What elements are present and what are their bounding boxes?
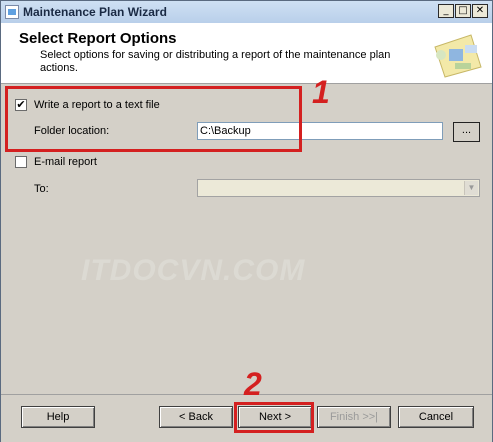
to-select[interactable]: ▼ <box>197 179 480 197</box>
back-button[interactable]: < Back <box>159 406 233 428</box>
email-report-label: E-mail report <box>34 156 97 168</box>
annotation-number-step1: 1 <box>312 74 330 110</box>
to-label: To: <box>34 183 49 195</box>
watermark: ITDOCVN.COM <box>81 254 306 287</box>
cancel-button[interactable]: Cancel <box>398 406 474 428</box>
annotation-box-step2 <box>234 402 314 433</box>
wizard-graphic-icon <box>434 34 482 78</box>
annotation-box-step1 <box>5 86 302 152</box>
browse-button[interactable]: ... <box>453 122 480 142</box>
app-icon <box>5 5 19 19</box>
help-button[interactable]: Help <box>21 406 95 428</box>
page-title: Select Report Options <box>19 30 177 47</box>
annotation-number-step2: 2 <box>244 366 262 402</box>
chevron-down-icon[interactable]: ▼ <box>464 181 478 195</box>
maximize-button[interactable]: □ <box>455 4 471 18</box>
email-report-checkbox[interactable] <box>15 156 27 168</box>
title-bar[interactable]: Maintenance Plan Wizard _ □ ✕ <box>1 1 492 24</box>
page-description: Select options for saving or distributin… <box>40 49 391 74</box>
wizard-header: Select Report Options Select options for… <box>1 23 492 84</box>
finish-button[interactable]: Finish >>| <box>317 406 391 428</box>
minimize-button[interactable]: _ <box>438 4 454 18</box>
close-button[interactable]: ✕ <box>472 4 488 18</box>
window-title: Maintenance Plan Wizard <box>23 5 167 19</box>
